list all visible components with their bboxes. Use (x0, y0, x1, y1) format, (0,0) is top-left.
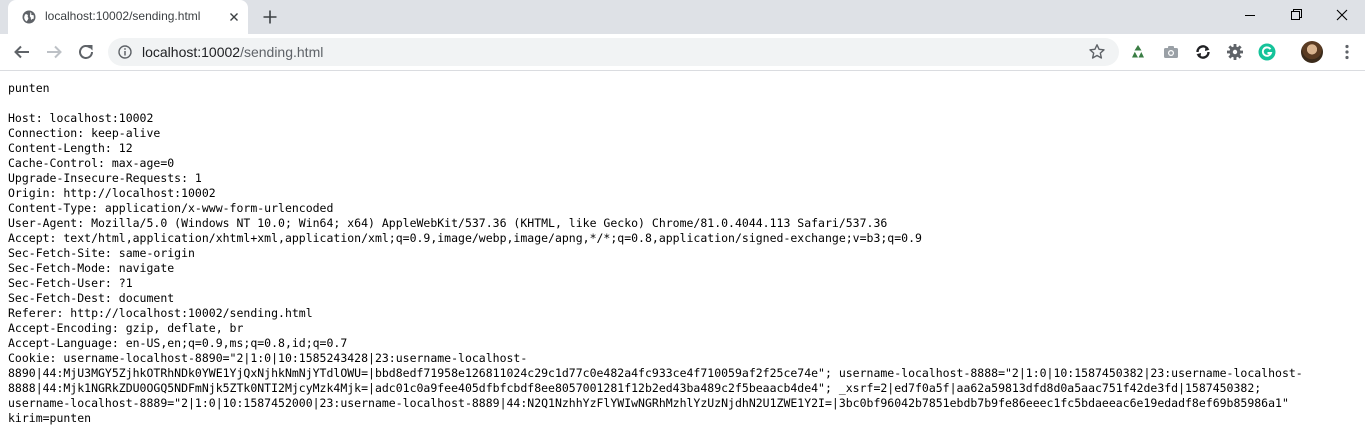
forward-icon[interactable] (42, 40, 66, 64)
back-icon[interactable] (10, 40, 34, 64)
plus-icon[interactable] (259, 6, 281, 28)
page-content: punten Host: localhost:10002 Connection: … (0, 72, 1365, 447)
address-bar[interactable]: localhost:10002/sending.html (108, 38, 1119, 66)
kebab-menu-icon[interactable] (1337, 42, 1357, 62)
gear-icon[interactable] (1225, 42, 1245, 62)
minimize-icon[interactable] (1227, 0, 1273, 30)
maximize-icon[interactable] (1273, 0, 1319, 30)
url-host: localhost:10002 (142, 44, 241, 60)
tab-title: localhost:10002/sending.html (45, 9, 201, 23)
header-line: 8888|44:Mjk1NGRkZDU0OGQ5NDFmNjk5ZTk0NTI2… (8, 381, 1262, 395)
request-headers: Host: localhost:10002 Connection: keep-al… (8, 111, 1357, 426)
header-line: username-localhost-8889="2|1:0|10:158745… (8, 396, 1289, 410)
sync-icon[interactable] (1193, 42, 1213, 62)
header-line: Connection: keep-alive (8, 126, 161, 140)
star-icon[interactable] (1088, 43, 1106, 61)
header-line: Sec-Fetch-Dest: document (8, 291, 175, 305)
first-line: punten (8, 81, 50, 95)
window-close-icon[interactable] (1319, 0, 1365, 30)
grammarly-icon[interactable] (1257, 42, 1277, 62)
header-line: 8890|44:MjU3MGY5ZjhkOTRhNDk0YWE1YjQxNjhk… (8, 366, 1303, 380)
header-line: Upgrade-Insecure-Requests: 1 (8, 171, 202, 185)
tab-strip: localhost:10002/sending.html (0, 0, 1365, 34)
header-line: Origin: http://localhost:10002 (8, 186, 216, 200)
url-text[interactable]: localhost:10002/sending.html (142, 44, 323, 60)
header-line: Accept-Encoding: gzip, deflate, br (8, 321, 244, 335)
header-line: Sec-Fetch-User: ?1 (8, 276, 133, 290)
avatar[interactable] (1301, 41, 1323, 63)
header-line: Sec-Fetch-Site: same-origin (8, 246, 195, 260)
info-icon[interactable] (118, 45, 132, 59)
header-line: Accept: text/html,application/xhtml+xml,… (8, 231, 922, 245)
header-line: Cache-Control: max-age=0 (8, 156, 175, 170)
header-line: User-Agent: Mozilla/5.0 (Windows NT 10.0… (8, 216, 888, 230)
close-icon[interactable] (226, 9, 242, 25)
reload-icon[interactable] (74, 40, 98, 64)
globe-icon (22, 10, 36, 24)
toolbar: localhost:10002/sending.html (0, 34, 1365, 71)
header-line: Content-Length: 12 (8, 141, 133, 155)
header-line: Host: localhost:10002 (8, 111, 154, 125)
header-line: Sec-Fetch-Mode: navigate (8, 261, 175, 275)
header-line: kirim=punten (8, 411, 92, 425)
header-line: Accept-Language: en-US,en;q=0.9,ms;q=0.8… (8, 336, 348, 350)
active-tab[interactable]: localhost:10002/sending.html (8, 0, 248, 34)
header-line: Referer: http://localhost:10002/sending.… (8, 306, 313, 320)
url-path: /sending.html (240, 44, 324, 60)
header-line: Cookie: username-localhost-8890="2|1:0|1… (8, 351, 528, 365)
header-line: Content-Type: application/x-www-form-url… (8, 201, 334, 215)
camera-icon[interactable] (1161, 42, 1181, 62)
recycle-icon[interactable] (1128, 42, 1148, 62)
